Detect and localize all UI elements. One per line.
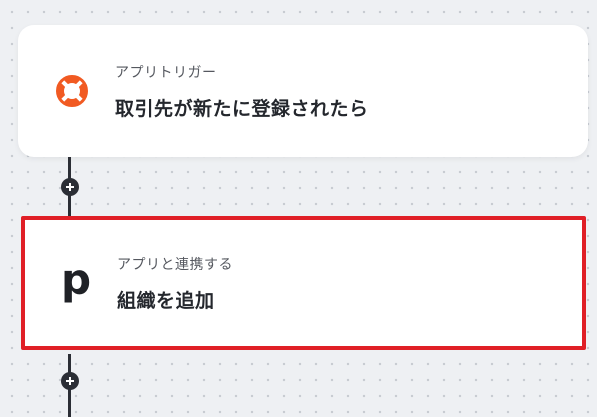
add-step-button[interactable]: [60, 178, 79, 196]
lifebuoy-icon: [52, 71, 92, 111]
plus-icon: [65, 183, 74, 191]
plus-icon: [65, 377, 74, 385]
pipedrive-logo-icon: p: [56, 259, 96, 303]
action-step-title: 組織を追加: [117, 289, 215, 312]
trigger-step-subtitle: アプリトリガー: [115, 64, 217, 81]
action-step-card[interactable]: p アプリと連携する 組織を追加: [21, 216, 586, 350]
pipedrive-p-glyph: p: [60, 255, 92, 304]
trigger-step-card[interactable]: アプリトリガー 取引先が新たに登録されたら: [18, 25, 588, 157]
trigger-step-title: 取引先が新たに登録されたら: [115, 97, 369, 120]
add-step-button[interactable]: [60, 372, 79, 390]
action-step-subtitle: アプリと連携する: [117, 256, 233, 273]
